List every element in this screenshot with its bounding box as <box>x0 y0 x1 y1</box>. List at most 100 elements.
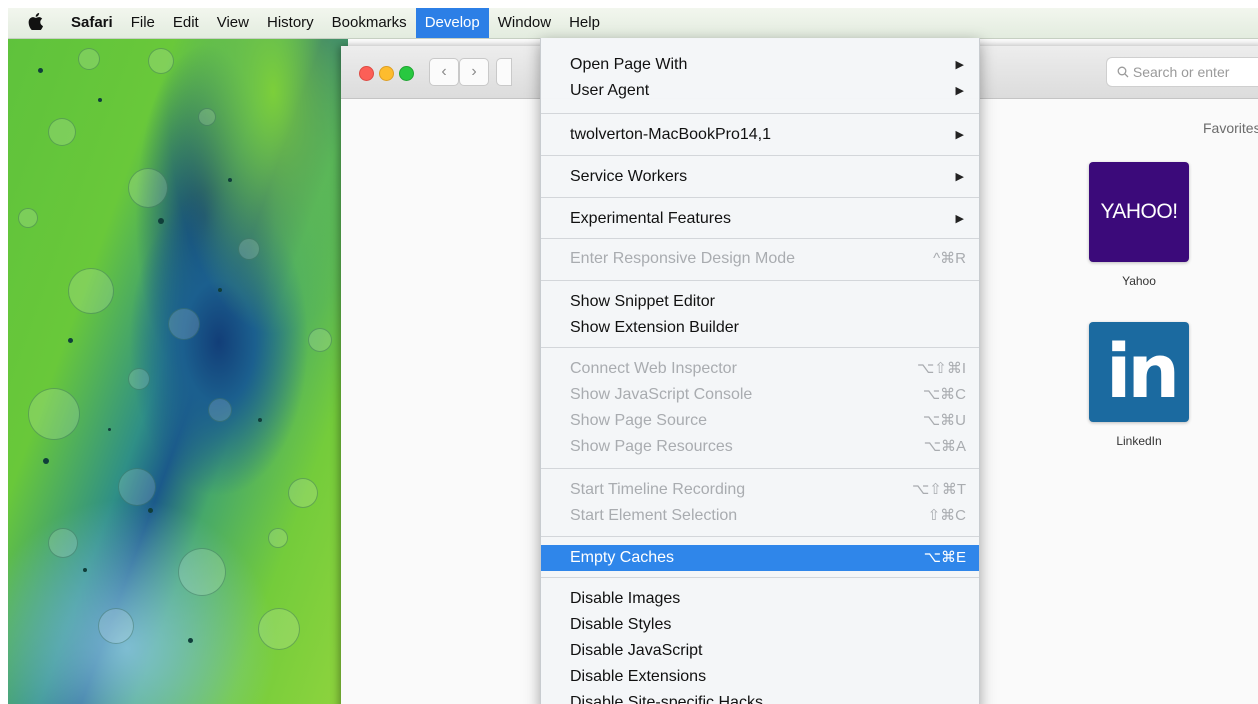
menu-item-shortcut: ⌥⌘C <box>922 386 966 403</box>
menu-item-label: Service Workers <box>570 168 688 185</box>
menu-item-shortcut: ⌥⌘U <box>922 412 966 429</box>
menu-item-label: Empty Caches <box>570 549 675 566</box>
menu-bookmarks[interactable]: Bookmarks <box>323 8 416 38</box>
sidebar-button[interactable] <box>496 58 512 86</box>
wallpaper-bubble <box>178 548 226 596</box>
menu-item-label: Enter Responsive Design Mode <box>570 250 796 267</box>
menu-item-label: Show Extension Builder <box>570 319 739 336</box>
wallpaper-bubble <box>68 268 114 314</box>
wallpaper-bubble <box>48 528 78 558</box>
apple-icon <box>28 13 43 31</box>
menu-separator <box>541 238 979 239</box>
menu-item-show-snippet-editor[interactable]: Show Snippet Editor <box>541 289 979 315</box>
menu-item-label: Disable Site-specific Hacks <box>570 694 763 704</box>
menu-help[interactable]: Help <box>560 8 609 38</box>
menu-item-shortcut: ⇧⌘C <box>927 507 966 524</box>
wallpaper-bubble <box>208 398 232 422</box>
menu-item-service-workers[interactable]: Service Workers ▶ <box>541 164 979 190</box>
chevron-right-icon: › <box>471 63 477 80</box>
search-placeholder: Search or enter <box>1132 64 1230 80</box>
search-field[interactable]: Search or enter <box>1106 57 1258 87</box>
menu-item-shortcut: ⌥⌘E <box>923 549 966 566</box>
favorites-title: Favorites <box>1203 120 1258 136</box>
apple-menu[interactable] <box>8 8 62 38</box>
menu-item-show-page-source: Show Page Source ⌥⌘U <box>541 408 979 434</box>
menu-item-show-extension-builder[interactable]: Show Extension Builder <box>541 315 979 341</box>
linkedin-tile: in <box>1089 322 1189 422</box>
menu-separator <box>541 536 979 537</box>
menu-separator <box>541 468 979 469</box>
menu-item-label: Connect Web Inspector <box>570 360 737 377</box>
menu-item-shortcut: ⌥⌘A <box>923 438 966 455</box>
menu-item-label: Start Timeline Recording <box>570 481 746 498</box>
yahoo-tile: YAHOO! <box>1089 162 1189 262</box>
wallpaper-dot <box>98 98 102 102</box>
menu-item-experimental-features[interactable]: Experimental Features ▶ <box>541 206 979 232</box>
menu-separator <box>541 280 979 281</box>
develop-menu-dropdown: Open Page With ▶ User Agent ▶ twolverton-Mac… <box>540 38 980 704</box>
wallpaper-bubble <box>148 48 174 74</box>
desktop-wallpaper <box>8 8 348 704</box>
wallpaper-dot <box>108 428 111 431</box>
menu-separator <box>541 113 979 114</box>
menu-item-label: Start Element Selection <box>570 507 738 524</box>
menu-item-disable-site-specific-hacks[interactable]: Disable Site-specific Hacks <box>541 690 979 704</box>
search-icon <box>1117 64 1133 80</box>
menu-item-label: Disable Styles <box>570 616 672 633</box>
close-window-button[interactable] <box>359 66 374 81</box>
wallpaper-dot <box>148 508 153 513</box>
menu-item-disable-styles[interactable]: Disable Styles <box>541 612 979 638</box>
menu-item-disable-javascript[interactable]: Disable JavaScript <box>541 638 979 664</box>
menu-item-label: Show Page Source <box>570 412 707 429</box>
menu-separator <box>541 577 979 578</box>
menu-item-empty-caches[interactable]: Empty Caches ⌥⌘E <box>541 545 979 571</box>
menu-view[interactable]: View <box>208 8 258 38</box>
favorite-yahoo[interactable]: YAHOO! Yahoo <box>1089 162 1189 288</box>
favorite-linkedin[interactable]: in LinkedIn <box>1089 322 1189 448</box>
menu-item-user-agent[interactable]: User Agent ▶ <box>541 78 979 104</box>
zoom-window-button[interactable] <box>399 66 414 81</box>
menu-window[interactable]: Window <box>489 8 560 38</box>
submenu-arrow-icon: ▶ <box>955 85 964 97</box>
menu-item-open-page-with[interactable]: Open Page With ▶ <box>541 52 979 78</box>
wallpaper-dot <box>228 178 232 182</box>
menu-edit[interactable]: Edit <box>164 8 208 38</box>
wallpaper-dot <box>68 338 73 343</box>
wallpaper-bubble <box>288 478 318 508</box>
wallpaper-bubble <box>98 608 134 644</box>
wallpaper-bubble <box>168 308 200 340</box>
menu-item-label: User Agent <box>570 82 650 99</box>
submenu-arrow-icon: ▶ <box>955 59 964 71</box>
submenu-arrow-icon: ▶ <box>955 171 964 183</box>
menu-item-shortcut: ⌥⇧⌘I <box>916 360 966 377</box>
menu-item-shortcut: ^⌘R <box>933 250 966 267</box>
wallpaper-bubble <box>238 238 260 260</box>
menu-develop[interactable]: Develop <box>415 8 489 38</box>
wallpaper-bubble <box>258 608 300 650</box>
menu-separator <box>541 347 979 348</box>
menu-item-connect-web-inspector: Connect Web Inspector ⌥⇧⌘I <box>541 356 979 382</box>
menu-item-disable-images[interactable]: Disable Images <box>541 586 979 612</box>
wallpaper-bubble <box>18 208 38 228</box>
back-button[interactable]: ‹ <box>429 58 459 86</box>
menu-file[interactable]: File <box>122 8 164 38</box>
menu-item-start-timeline-recording: Start Timeline Recording ⌥⇧⌘T <box>541 477 979 503</box>
menu-item-label: Disable JavaScript <box>570 642 703 659</box>
linkedin-logo: in <box>1106 329 1180 415</box>
wallpaper-bubble <box>198 108 216 126</box>
wallpaper-bubble <box>78 48 100 70</box>
menu-item-start-element-selection: Start Element Selection ⇧⌘C <box>541 503 979 529</box>
submenu-arrow-icon: ▶ <box>955 213 964 225</box>
menu-item-label: Show JavaScript Console <box>570 386 753 403</box>
forward-button[interactable]: › <box>459 58 489 86</box>
menu-history[interactable]: History <box>258 8 323 38</box>
minimize-window-button[interactable] <box>379 66 394 81</box>
menu-item-shortcut: ⌥⇧⌘T <box>911 481 966 498</box>
menu-item-twolverton-macbookpro14-1[interactable]: twolverton-MacBookPro14,1 ▶ <box>541 122 979 148</box>
menu-bar: Safari File Edit View History Bookmarks … <box>8 8 1258 39</box>
wallpaper-bubble <box>48 118 76 146</box>
menu-item-disable-extensions[interactable]: Disable Extensions <box>541 664 979 690</box>
menu-safari[interactable]: Safari <box>62 8 122 38</box>
wallpaper-dot <box>188 638 193 643</box>
menu-item-enter-responsive-design-mode: Enter Responsive Design Mode ^⌘R <box>541 246 979 272</box>
